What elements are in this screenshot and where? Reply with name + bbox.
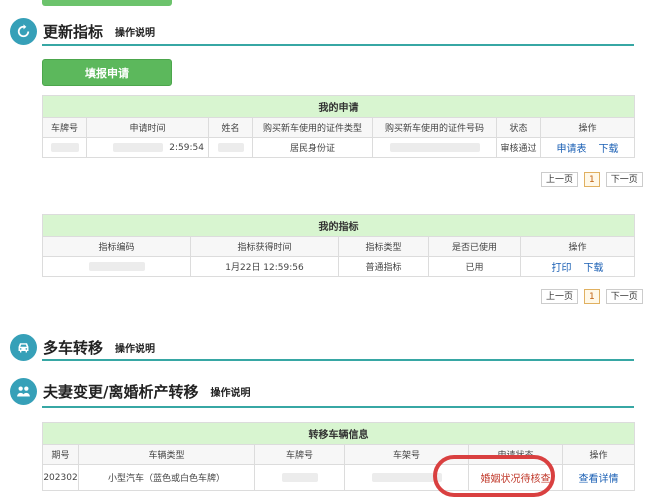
- next-page-button[interactable]: 下一页: [605, 289, 643, 304]
- table-caption: 我的申请: [41, 95, 636, 118]
- status-cell: 审核通过: [496, 137, 541, 158]
- next-page-button[interactable]: 下一页: [605, 172, 643, 187]
- column-header: 状态: [496, 117, 541, 138]
- used-cell: 已用: [428, 256, 521, 277]
- vehicle-type-cell: 小型汽车（蓝色或白色车牌）: [78, 464, 255, 491]
- column-header: 车牌号: [254, 444, 345, 465]
- column-header: 购买新车使用的证件类型: [252, 117, 373, 138]
- multi-car-help-link[interactable]: 操作说明: [115, 340, 155, 355]
- page-number[interactable]: 1: [584, 289, 600, 304]
- column-header: 指标获得时间: [190, 236, 339, 257]
- period-cell: 202302: [42, 464, 79, 491]
- marriage-transfer-title: 夫妻变更/离婚析产转移: [43, 382, 199, 401]
- multi-car-header: 多车转移 操作说明: [10, 332, 155, 362]
- name-cell: [208, 137, 253, 158]
- column-header: 操作: [539, 117, 636, 138]
- actions-cell: 打印 下载: [519, 256, 636, 277]
- actions-cell: 查看详情: [561, 464, 636, 491]
- my-quota-table: 我的指标 指标编码 指标获得时间 指标类型 是否已使用 操作 1月22日 12:…: [41, 214, 636, 277]
- application-form-link[interactable]: 申请表: [557, 144, 587, 155]
- column-header: 车辆类型: [78, 444, 255, 465]
- prev-page-button[interactable]: 上一页: [541, 289, 579, 304]
- prev-page-button[interactable]: 上一页: [541, 172, 579, 187]
- doc-type-cell: 居民身份证: [252, 137, 373, 158]
- column-header: 指标类型: [338, 236, 429, 257]
- column-header: 申请时间: [86, 117, 209, 138]
- page-number[interactable]: 1: [584, 172, 600, 187]
- divider: [42, 44, 634, 46]
- time-cell: 2:59:54: [86, 137, 209, 158]
- column-header: 姓名: [208, 117, 253, 138]
- divider: [42, 406, 634, 408]
- table-caption: 我的指标: [41, 214, 636, 237]
- actions-cell: 申请表 下载: [539, 137, 636, 158]
- download-link[interactable]: 下载: [584, 263, 604, 274]
- fill-application-button[interactable]: 填报申请: [42, 59, 172, 86]
- update-quota-header: 更新指标 操作说明: [10, 16, 155, 46]
- pagination: 上一页 1 下一页: [541, 172, 643, 187]
- column-header: 操作: [561, 444, 636, 465]
- column-header: 期号: [42, 444, 79, 465]
- table-row: 2:59:54 居民身份证 审核通过 申请表 下载: [42, 137, 636, 158]
- update-quota-help-link[interactable]: 操作说明: [115, 24, 155, 39]
- column-header: 是否已使用: [428, 236, 521, 257]
- marriage-transfer-header: 夫妻变更/离婚析产转移 操作说明: [10, 376, 250, 406]
- quota-code-cell: [42, 256, 191, 277]
- download-link[interactable]: 下载: [599, 144, 619, 155]
- couple-icon: [10, 377, 37, 405]
- type-cell: 普通指标: [338, 256, 429, 277]
- divider: [42, 359, 634, 361]
- multi-car-title: 多车转移: [43, 338, 104, 357]
- column-header: 车牌号: [42, 117, 87, 138]
- print-link[interactable]: 打印: [552, 263, 572, 274]
- update-quota-title: 更新指标: [43, 22, 104, 41]
- column-header: 指标编码: [42, 236, 191, 257]
- doc-number-cell: [372, 137, 497, 158]
- column-header: 购买新车使用的证件号码: [372, 117, 497, 138]
- time-cell: 1月22日 12:59:56: [190, 256, 339, 277]
- top-button-partial[interactable]: [42, 0, 172, 6]
- marriage-transfer-help-link[interactable]: 操作说明: [210, 384, 250, 399]
- column-header: 操作: [519, 236, 636, 257]
- highlight-annotation-oval: [433, 455, 555, 497]
- plate-cell: [254, 464, 345, 491]
- car-icon: [10, 333, 37, 361]
- table-row: 1月22日 12:59:56 普通指标 已用 打印 下载: [42, 256, 636, 277]
- plate-cell: [42, 137, 87, 158]
- pagination: 上一页 1 下一页: [541, 289, 643, 304]
- table-caption: 转移车辆信息: [41, 422, 636, 445]
- my-application-table: 我的申请 车牌号 申请时间 姓名 购买新车使用的证件类型 购买新车使用的证件号码…: [41, 95, 636, 158]
- refresh-icon: [10, 17, 37, 45]
- view-details-link[interactable]: 查看详情: [579, 474, 619, 485]
